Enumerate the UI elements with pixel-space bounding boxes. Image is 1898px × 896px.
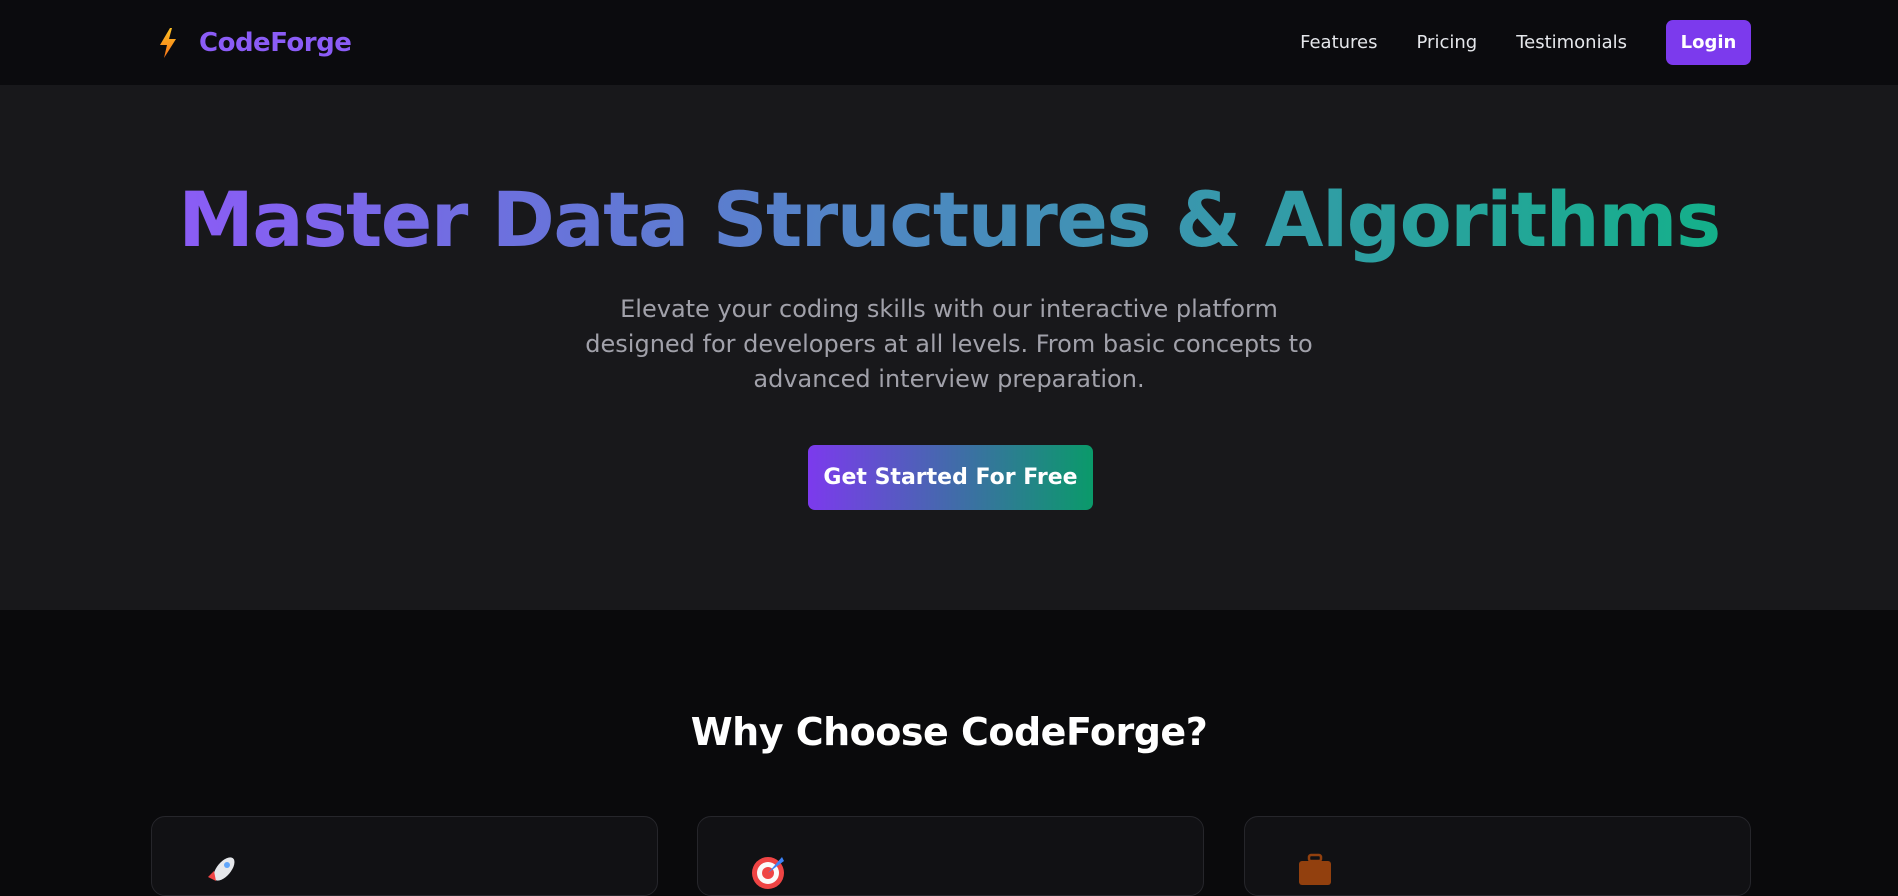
nav-links: Features Pricing Testimonials Login bbox=[1261, 20, 1751, 65]
nav-link-testimonials[interactable]: Testimonials bbox=[1516, 32, 1627, 53]
login-button[interactable]: Login bbox=[1666, 20, 1751, 65]
feature-card-1 bbox=[151, 816, 658, 896]
navbar-inner: CodeForge Features Pricing Testimonials … bbox=[151, 0, 1751, 85]
features-title: Why Choose CodeForge? bbox=[690, 710, 1208, 754]
features-section: Why Choose CodeForge? bbox=[0, 610, 1898, 896]
feature-card-2 bbox=[697, 816, 1204, 896]
briefcase-icon bbox=[1295, 851, 1335, 891]
navbar: CodeForge Features Pricing Testimonials … bbox=[0, 0, 1898, 85]
brand-logo[interactable]: CodeForge bbox=[151, 26, 352, 60]
nav-link-features[interactable]: Features bbox=[1300, 32, 1377, 53]
nav-link-pricing[interactable]: Pricing bbox=[1417, 32, 1478, 53]
get-started-button[interactable]: Get Started For Free bbox=[808, 445, 1093, 510]
hero-title: Master Data Structures & Algorithms bbox=[0, 182, 1898, 258]
lightning-bolt-icon bbox=[151, 26, 185, 60]
hero-section: Master Data Structures & Algorithms Elev… bbox=[0, 85, 1898, 610]
target-icon bbox=[748, 851, 788, 891]
rocket-icon bbox=[202, 851, 242, 891]
feature-card-3 bbox=[1244, 816, 1751, 896]
hero-subtitle: Elevate your coding skills with our inte… bbox=[585, 295, 1313, 393]
hero-title-text: Master Data Structures & Algorithms bbox=[178, 175, 1721, 264]
brand-name: CodeForge bbox=[199, 27, 352, 58]
